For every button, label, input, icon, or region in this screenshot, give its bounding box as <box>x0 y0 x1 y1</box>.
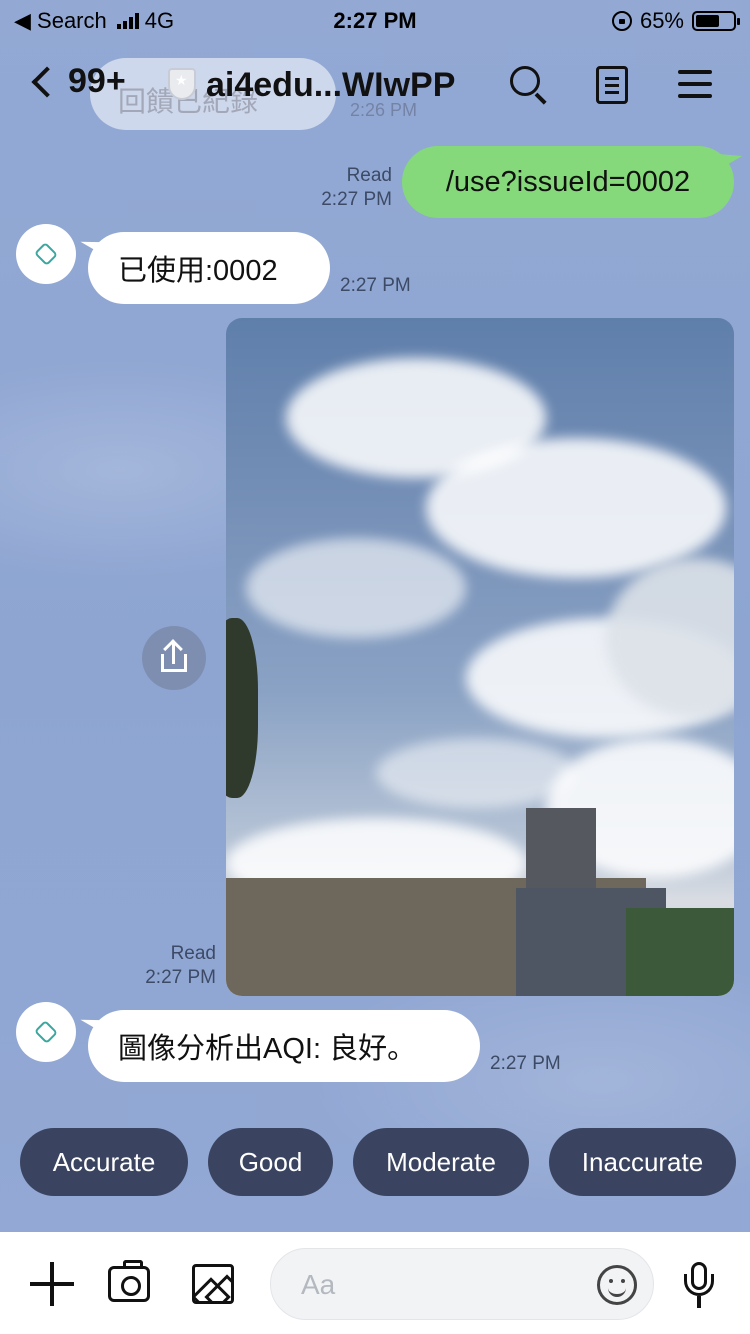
message-text: 圖像分析出AQI: 良好。 <box>118 1033 417 1065</box>
back-button[interactable]: 99+ <box>28 62 126 101</box>
message-time: 2:27 PM <box>145 967 216 988</box>
emoji-icon[interactable] <box>597 1265 637 1305</box>
battery-icon <box>692 11 740 31</box>
message-text: 已使用:0002 <box>118 255 278 287</box>
incoming-message-bubble[interactable]: 已使用:0002 <box>88 232 330 304</box>
status-right: 65% <box>611 8 740 34</box>
quick-reply-inaccurate[interactable]: Inaccurate <box>549 1128 736 1196</box>
bot-logo-icon <box>33 1019 59 1045</box>
message-time: 2:27 PM <box>490 1053 561 1074</box>
camera-icon[interactable] <box>108 1260 150 1302</box>
quick-reply-moderate[interactable]: Moderate <box>353 1128 529 1196</box>
message-text: /use?issueId=0002 <box>445 165 691 198</box>
orientation-lock-icon <box>611 11 632 31</box>
quick-reply-accurate[interactable]: Accurate <box>20 1128 188 1196</box>
trees <box>626 908 734 996</box>
message-meta: Read 2:27 PM <box>300 164 392 212</box>
image-icon[interactable] <box>192 1264 234 1304</box>
plus-icon[interactable] <box>30 1262 74 1306</box>
message-meta: Read 2:27 PM <box>120 942 216 990</box>
mic-icon[interactable] <box>682 1262 716 1310</box>
message-input[interactable] <box>270 1248 654 1320</box>
message-field[interactable] <box>301 1265 581 1305</box>
menu-icon[interactable] <box>676 64 716 104</box>
building <box>526 808 596 898</box>
bot-avatar[interactable] <box>16 224 76 284</box>
quick-reply-good[interactable]: Good <box>208 1128 333 1196</box>
note-icon[interactable] <box>592 64 632 104</box>
unread-count: 99+ <box>68 62 126 100</box>
chat-title[interactable]: ai4edu...WIwPP <box>206 66 455 105</box>
shield-icon <box>168 68 196 100</box>
battery-percent: 65% <box>639 8 684 33</box>
chevron-left-icon <box>31 65 63 98</box>
bot-logo-icon <box>33 241 59 267</box>
share-button[interactable] <box>142 626 206 690</box>
message-time: 2:27 PM <box>340 275 411 296</box>
bot-avatar[interactable] <box>16 1002 76 1062</box>
search-icon[interactable] <box>508 64 548 105</box>
incoming-message-bubble[interactable]: 圖像分析出AQI: 良好。 <box>88 1010 480 1082</box>
tree <box>226 618 258 798</box>
read-status: Read <box>346 165 392 186</box>
message-input-bar <box>0 1232 750 1334</box>
outgoing-message-bubble[interactable]: /use?issueId=0002 <box>402 146 734 218</box>
read-status: Read <box>170 943 216 964</box>
message-time: 2:27 PM <box>321 189 392 210</box>
status-bar: ◀ Search 4G 2:27 PM 65% <box>0 0 750 40</box>
sky-photo[interactable] <box>226 318 734 996</box>
